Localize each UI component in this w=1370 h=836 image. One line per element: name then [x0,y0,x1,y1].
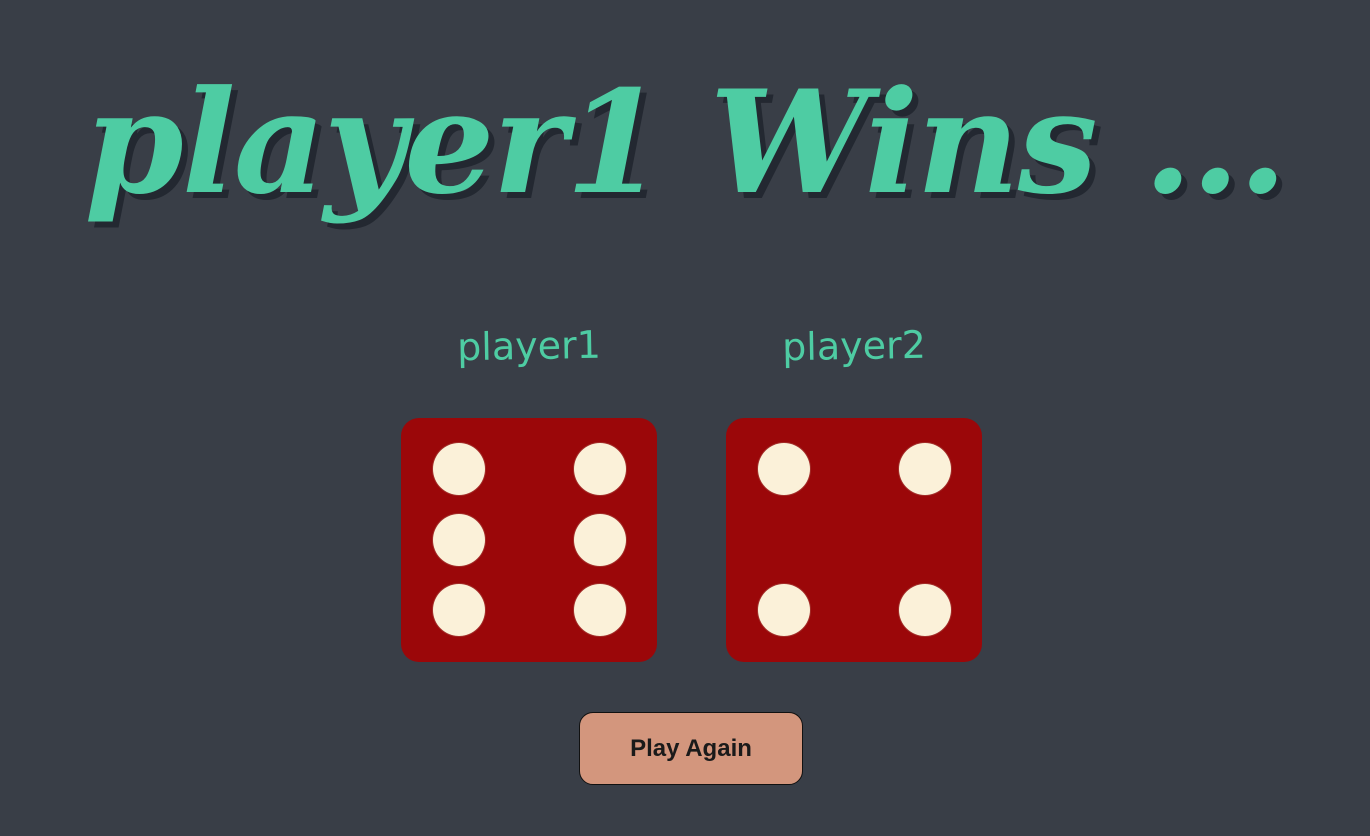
die-pip [574,584,626,636]
die-pip [574,443,626,495]
die-pip [758,443,810,495]
play-again-button[interactable]: Play Again [579,712,803,785]
player2-die [726,418,982,662]
winner-title: player1 Wins ... [84,60,1287,226]
die-pip [899,443,951,495]
die-pip [574,514,626,566]
die-pip [433,443,485,495]
die-pip [758,584,810,636]
player1-die [401,418,657,662]
die-pip [433,584,485,636]
die-pip [899,584,951,636]
player1-label: player1 [456,322,602,370]
player2-label: player2 [781,322,927,370]
die-pip [433,514,485,566]
